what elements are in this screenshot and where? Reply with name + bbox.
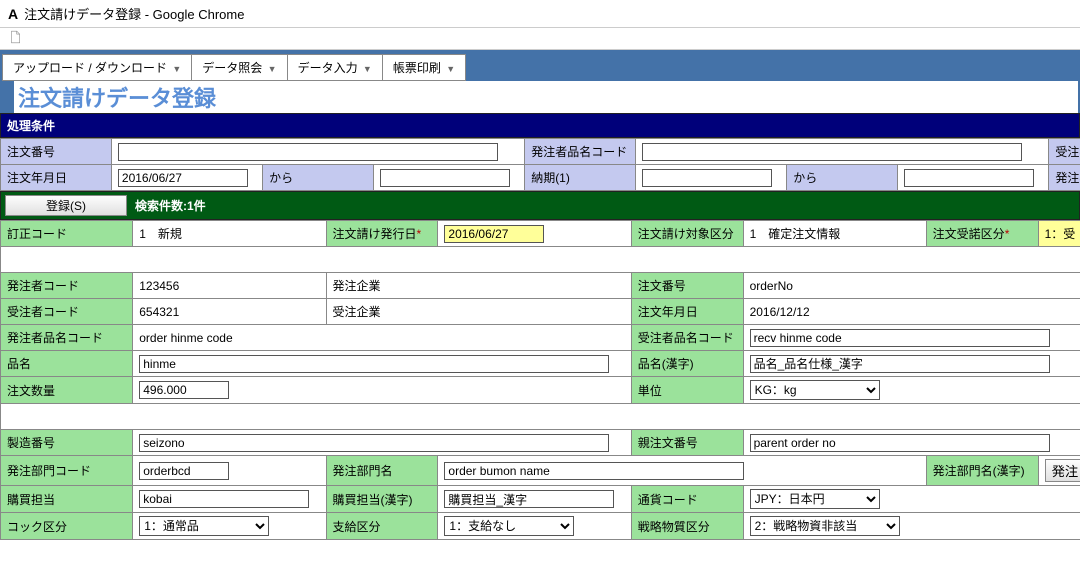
- select-kog[interactable]: 1：通常品: [139, 516, 269, 536]
- label-supply: 支給区分: [326, 513, 438, 540]
- section-conditions: 処理条件: [0, 113, 1080, 138]
- value-receiver-corp: 受注企業: [326, 299, 631, 325]
- label-receiver-code: 受注者コード: [1, 299, 133, 325]
- label-orderer-code: 発注者コード: [1, 273, 133, 299]
- label-unit: 単位: [631, 377, 743, 404]
- label-kog: コック区分: [1, 513, 133, 540]
- result-count: 検索件数:1件: [135, 197, 206, 214]
- label-strat: 戦略物質区分: [631, 513, 743, 540]
- input-receiver-item2[interactable]: [750, 329, 1050, 347]
- label-item-name-kj: 品名(漢字): [631, 351, 743, 377]
- value-orderer-corp: 発注企業: [326, 273, 631, 299]
- label-buyer: 購買担当: [1, 486, 133, 513]
- input-item-name[interactable]: [139, 355, 609, 373]
- input-order-dept-nm[interactable]: [444, 462, 744, 480]
- menubar: アップロード / ダウンロード ▼ データ照会 ▼ データ入力 ▼ 帳票印刷 ▼: [2, 54, 466, 81]
- chevron-down-icon: ▼: [363, 64, 372, 74]
- label-orderer-item2: 発注者品名コード: [1, 325, 133, 351]
- input-buyer-kj[interactable]: [444, 490, 614, 508]
- value-correction: 1 新規: [133, 221, 326, 247]
- value-orderer-item2: order hinme code: [133, 325, 631, 351]
- label-qty: 注文数量: [1, 377, 133, 404]
- menu-data-inquiry[interactable]: データ照会 ▼: [192, 55, 287, 80]
- label-accept: 注文受諾区分: [926, 221, 1038, 247]
- label-from-2: から: [787, 165, 898, 191]
- select-supply[interactable]: 1：支給なし: [444, 516, 574, 536]
- select-currency[interactable]: JPY：日本円: [750, 489, 880, 509]
- label-orderer-corp-cut: 発注者コ: [1049, 165, 1080, 191]
- menu-data-input[interactable]: データ入力 ▼: [288, 55, 383, 80]
- label-target: 注文請け対象区分: [631, 221, 743, 247]
- chevron-down-icon: ▼: [446, 64, 455, 74]
- label-parent-no: 親注文番号: [631, 430, 743, 456]
- label-order-dept-nm: 発注部門名: [326, 456, 438, 486]
- input-order-no[interactable]: [118, 143, 498, 161]
- chevron-down-icon: ▼: [268, 64, 277, 74]
- input-issue-date[interactable]: [444, 225, 544, 243]
- label-mfg-no: 製造番号: [1, 430, 133, 456]
- input-mfg-no[interactable]: [139, 434, 609, 452]
- label-currency: 通貨コード: [631, 486, 743, 513]
- label-from-1: から: [263, 165, 374, 191]
- label-delivery: 納期(1): [525, 165, 636, 191]
- input-parent-no[interactable]: [750, 434, 1050, 452]
- input-order-date-from[interactable]: [118, 169, 248, 187]
- browser-tools-row: [0, 28, 1080, 50]
- label-buyer-kj: 購買担当(漢字): [326, 486, 438, 513]
- value-order-no2: orderNo: [743, 273, 1080, 299]
- select-unit[interactable]: KG：kg: [750, 380, 880, 400]
- detail-table: 訂正コード 1 新規 注文請け発行日 注文請け対象区分 1 確定注文情報 注文受…: [0, 220, 1080, 540]
- window-title: 注文請けデータ登録 - Google Chrome: [24, 4, 244, 23]
- menu-print[interactable]: 帳票印刷 ▼: [383, 55, 465, 80]
- conditions-table: 注文番号 発注者品名コード 受注者品 注文年月日 から 納期(1) から 発注者…: [0, 138, 1080, 191]
- label-item-name: 品名: [1, 351, 133, 377]
- register-button[interactable]: 登録(S): [5, 195, 127, 216]
- label-order-dept-cd: 発注部門コード: [1, 456, 133, 486]
- value-receiver-code: 654321: [133, 299, 326, 325]
- input-qty[interactable]: [139, 381, 229, 399]
- app-icon: A: [8, 6, 18, 22]
- label-order-date: 注文年月日: [1, 165, 112, 191]
- chevron-down-icon: ▼: [172, 64, 181, 74]
- input-item-name-kj[interactable]: [750, 355, 1050, 373]
- label-order-no2: 注文番号: [631, 273, 743, 299]
- results-bar: 登録(S) 検索件数:1件: [0, 191, 1080, 220]
- label-receiver-item2: 受注者品名コード: [631, 325, 743, 351]
- label-correction: 訂正コード: [1, 221, 133, 247]
- page-title: 注文請けデータ登録: [18, 81, 1074, 113]
- value-order-date2: 2016/12/12: [743, 299, 1080, 325]
- menu-upload-download[interactable]: アップロード / ダウンロード ▼: [3, 55, 192, 80]
- value-accept[interactable]: 1：受: [1038, 221, 1080, 247]
- input-delivery-from[interactable]: [642, 169, 772, 187]
- input-delivery-to[interactable]: [904, 169, 1034, 187]
- select-strat[interactable]: 2：戦略物資非該当: [750, 516, 900, 536]
- input-buyer[interactable]: [139, 490, 309, 508]
- value-orderer-code: 123456: [133, 273, 326, 299]
- label-order-no: 注文番号: [1, 139, 112, 165]
- file-icon: [8, 30, 22, 44]
- input-order-date-to[interactable]: [380, 169, 510, 187]
- label-orderer-item-code: 発注者品名コード: [525, 139, 636, 165]
- label-order-dept-kj: 発注部門名(漢字): [926, 456, 1038, 486]
- label-receiver-item-cut: 受注者品: [1049, 139, 1080, 165]
- input-order-dept-cd[interactable]: [139, 462, 229, 480]
- input-orderer-item-code[interactable]: [642, 143, 1022, 161]
- value-target: 1 確定注文情報: [743, 221, 926, 247]
- label-order-date2: 注文年月日: [631, 299, 743, 325]
- window-titlebar: A 注文請けデータ登録 - Google Chrome: [0, 0, 1080, 28]
- order-dept-kj-button[interactable]: 発注: [1045, 459, 1080, 482]
- label-issue-date: 注文請け発行日: [326, 221, 438, 247]
